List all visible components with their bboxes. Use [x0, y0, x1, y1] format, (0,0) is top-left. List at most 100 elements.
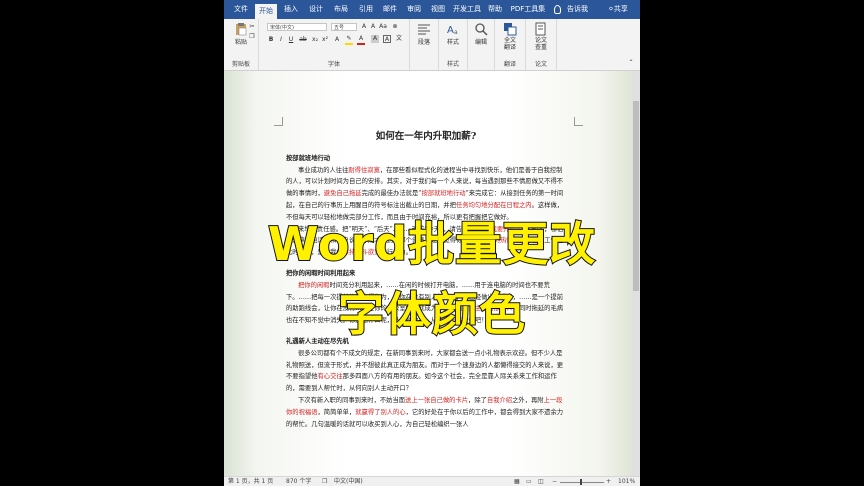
- red-text-run: 就赢得了别人的心: [355, 408, 406, 416]
- grow-font-icon[interactable]: A: [360, 23, 368, 31]
- document-title: 如何在一年内升职加薪?: [375, 131, 477, 142]
- overlay-caption-line1: Word批量更改: [267, 216, 597, 272]
- tab-home[interactable]: 开始: [255, 4, 277, 19]
- tab-layout[interactable]: 布局: [330, 0, 352, 19]
- word-count[interactable]: 870 个字: [286, 477, 311, 486]
- red-text-run: 自我介绍: [486, 396, 513, 404]
- collapse-ribbon-icon[interactable]: ⌃: [627, 59, 635, 67]
- share-button[interactable]: ⚪共享: [608, 0, 628, 19]
- italic-button[interactable]: I: [277, 36, 285, 44]
- ribbon-tab-bar: 文件 开始 插入 设计 布局 引用 邮件 审阅 视图 开发工具 帮助 PDF工具…: [224, 0, 640, 19]
- text-run: 下次有新入职的同事到来时，不妨当面: [298, 396, 406, 404]
- paper-check-group-label: 论文: [534, 61, 547, 68]
- print-layout-icon[interactable]: ▭: [526, 477, 532, 486]
- tab-developer[interactable]: 开发工具: [452, 0, 482, 19]
- document-check-icon: [535, 22, 546, 36]
- bold-button[interactable]: B: [267, 36, 275, 44]
- text-run: 事业成功的人往往: [298, 166, 349, 174]
- tab-references[interactable]: 引用: [355, 0, 377, 19]
- zoom-level[interactable]: 101%: [618, 477, 635, 486]
- tab-design[interactable]: 设计: [305, 0, 327, 19]
- translate-label-1: 全文: [503, 37, 516, 44]
- tell-me-label: 告诉我: [567, 5, 588, 13]
- lightbulb-icon: [554, 4, 561, 14]
- clipboard-group: 粘贴 ✂ ❐ 剪贴板: [224, 19, 259, 70]
- tab-view[interactable]: 视图: [427, 0, 449, 19]
- char-shading-icon[interactable]: A: [371, 35, 379, 43]
- paper-check-button[interactable]: 论文 查重: [529, 22, 553, 51]
- strikethrough-button[interactable]: ab: [299, 36, 307, 44]
- shrink-font-icon[interactable]: A: [369, 23, 377, 31]
- zoom-slider-thumb[interactable]: [580, 479, 582, 485]
- superscript-button[interactable]: x²: [321, 36, 329, 44]
- paragraph-3-2: 下次有新入职的同事到来时，不妨当面送上一张自己做的卡片，除了自我介绍之外，再附上…: [286, 395, 566, 430]
- full-translate-button[interactable]: 全文 翻译: [498, 22, 522, 51]
- styles-icon: Aa: [447, 25, 458, 36]
- red-text-run: 有心交往: [317, 373, 343, 381]
- margin-mark-top-right: [574, 117, 583, 126]
- font-color-icon[interactable]: A: [357, 35, 365, 45]
- red-text-run: 送上一张自己做的卡片: [405, 396, 469, 404]
- overlay-caption-line2: 字体颜色: [337, 286, 526, 342]
- svg-text:A: A: [447, 25, 454, 36]
- red-text-run: 避免自己拖延: [323, 190, 362, 198]
- web-layout-icon[interactable]: ◫: [538, 477, 544, 486]
- char-border-icon[interactable]: A: [383, 35, 391, 43]
- share-label: 共享: [613, 5, 628, 13]
- styles-button[interactable]: Aa 样式: [441, 22, 465, 46]
- tab-pdf-tools[interactable]: PDF工具集: [509, 0, 547, 19]
- editing-group: 编辑: [468, 19, 495, 70]
- tab-insert[interactable]: 插入: [280, 0, 302, 19]
- text-run: 完成的最佳办法就是“: [361, 190, 422, 198]
- subscript-button[interactable]: x₂: [311, 36, 319, 44]
- font-size-combo[interactable]: 五号: [331, 23, 357, 31]
- clear-format-icon[interactable]: ⊗: [391, 23, 399, 31]
- text-run: 之外，再附: [512, 396, 544, 404]
- underline-button[interactable]: U: [287, 36, 295, 44]
- text-run: ，除了: [468, 396, 487, 404]
- paragraph-icon: [418, 24, 430, 35]
- phonetic-guide-icon[interactable]: 文: [395, 35, 403, 43]
- translate-label-2: 翻译: [503, 44, 516, 51]
- tab-file[interactable]: 文件: [230, 0, 252, 19]
- tab-review[interactable]: 审阅: [403, 0, 425, 19]
- paragraph-label: 段落: [417, 39, 430, 46]
- highlight-icon[interactable]: ✎: [345, 35, 353, 45]
- copy-icon[interactable]: ❐: [248, 33, 256, 41]
- ribbon: 粘贴 ✂ ❐ 剪贴板 宋体(中文) 五号 A A Aa ⊗ B I U ab x…: [224, 19, 640, 71]
- tell-me[interactable]: 告诉我: [554, 0, 588, 19]
- editing-button[interactable]: 编辑: [470, 22, 492, 46]
- cut-icon[interactable]: ✂: [248, 23, 256, 31]
- paper-check-group: 论文 查重 论文: [526, 19, 557, 70]
- change-case-icon[interactable]: Aa: [379, 23, 387, 31]
- font-group-label: 字体: [327, 61, 340, 68]
- text-effects-icon[interactable]: A: [333, 36, 341, 44]
- zoom-slider[interactable]: [560, 482, 604, 483]
- read-mode-icon[interactable]: ▦: [514, 477, 520, 486]
- styles-group: Aa 样式 样式: [439, 19, 468, 70]
- paragraph-group: 段落: [410, 19, 439, 70]
- paper-check-label-2: 查重: [534, 44, 547, 51]
- clipboard-group-label: 剪贴板: [231, 61, 250, 68]
- margin-mark-top-left: [274, 117, 283, 126]
- tab-help[interactable]: 帮助: [484, 0, 506, 19]
- proofing-icon[interactable]: ❐: [322, 477, 327, 486]
- tab-mailings[interactable]: 邮件: [379, 0, 401, 19]
- page-count[interactable]: 第 1 页，共 1 页: [228, 477, 273, 486]
- red-text-run: 按部就班地行动: [421, 190, 466, 198]
- zoom-out-icon[interactable]: −: [552, 477, 557, 486]
- paste-label: 粘贴: [234, 39, 247, 46]
- editing-label: 编辑: [474, 39, 487, 46]
- paragraph-button[interactable]: 段落: [412, 22, 436, 46]
- styles-group-label: 样式: [446, 61, 459, 68]
- paragraph-3-1: 很多公司都有个不成文的规定，在新同事到来时，大家都会送一点小礼物表示欢迎。但不少…: [286, 348, 566, 395]
- translate-icon: [504, 23, 517, 36]
- text-run: ，简简单单，: [317, 408, 356, 416]
- zoom-in-icon[interactable]: +: [606, 477, 611, 486]
- translate-group: 全文 翻译 翻译: [495, 19, 526, 70]
- language[interactable]: 中文(中国): [334, 477, 363, 486]
- styles-label: 样式: [446, 39, 459, 46]
- font-name-combo[interactable]: 宋体(中文): [267, 23, 327, 31]
- red-text-run: 耐得住寂寞: [348, 166, 380, 174]
- translate-group-label: 翻译: [503, 61, 516, 68]
